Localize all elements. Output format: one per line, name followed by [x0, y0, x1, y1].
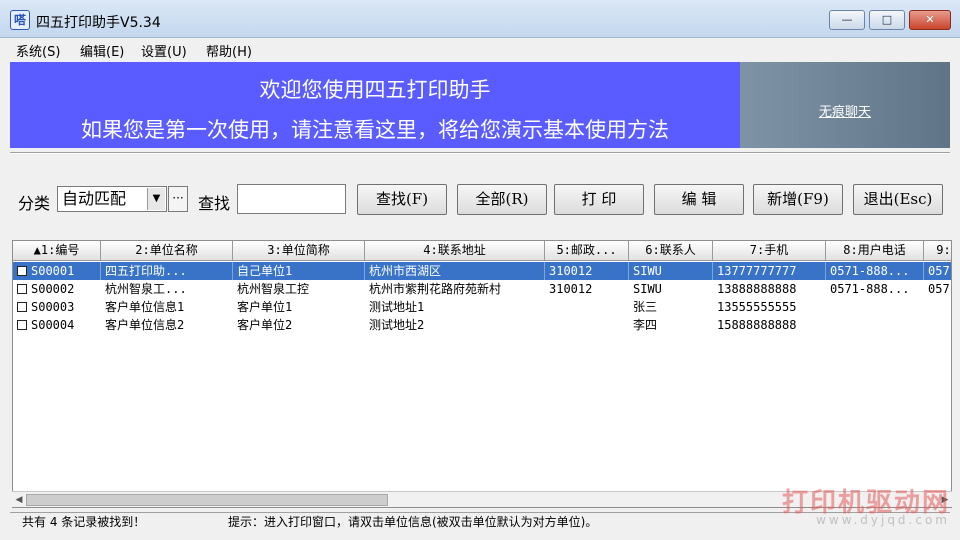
- search-label: 查找: [198, 194, 231, 213]
- cell-company-name: 四五打印助...: [101, 262, 233, 280]
- cell-address: 测试地址1: [369, 300, 425, 314]
- menu-settings[interactable]: 设置(U): [141, 41, 187, 60]
- cell-col9: 057: [924, 262, 951, 280]
- column-header-phone[interactable]: 8:用户电话: [826, 241, 924, 261]
- divider: [10, 152, 950, 154]
- minimize-button[interactable]: —: [829, 10, 865, 30]
- edit-button[interactable]: 编 辑: [654, 184, 744, 215]
- cell-id: S00004: [13, 316, 101, 334]
- row-checkbox[interactable]: [17, 302, 27, 312]
- add-button[interactable]: 新增(F9): [753, 184, 843, 215]
- horizontal-scrollbar[interactable]: ◀ ▶: [12, 491, 952, 507]
- cell-company-name: 杭州智泉工...: [105, 282, 187, 296]
- column-header-mobile[interactable]: 7:手机: [713, 241, 826, 261]
- column-header-company-name[interactable]: 2:单位名称: [101, 241, 233, 261]
- show-all-button[interactable]: 全部(R): [457, 184, 547, 215]
- category-label: 分类: [18, 194, 51, 213]
- cell-phone: [826, 316, 924, 334]
- column-header-postcode[interactable]: 5:邮政...: [545, 241, 629, 261]
- cell-mobile: 13777777777: [713, 262, 826, 280]
- print-button[interactable]: 打 印: [554, 184, 644, 215]
- table-row[interactable]: S00002 杭州智泉工... 杭州智泉工控 杭州市紫荆花路府苑新村 31001…: [13, 280, 951, 298]
- cell-phone: [826, 298, 924, 316]
- cell-company-name: 客户单位信息1: [105, 300, 185, 314]
- search-input[interactable]: [237, 184, 346, 214]
- column-header-9[interactable]: 9:: [924, 241, 951, 261]
- cell-contact: 张三: [633, 300, 658, 314]
- banner-guide-text[interactable]: 如果您是第一次使用，请注意看这里，将给您演示基本使用方法: [10, 114, 740, 144]
- scroll-left-icon[interactable]: ◀: [12, 493, 26, 507]
- cell-short-name: 自己单位1: [233, 262, 365, 280]
- maximize-button[interactable]: □: [869, 10, 905, 30]
- table-row[interactable]: S00003 客户单位信息1 客户单位1 测试地址1 张三 1355555555…: [13, 298, 951, 316]
- cell-postcode: 310012: [545, 262, 629, 280]
- menu-edit[interactable]: 编辑(E): [80, 41, 124, 60]
- cell-mobile: 13888888888: [717, 282, 797, 296]
- app-icon: 嗒: [10, 10, 30, 30]
- cell-short-name: 杭州智泉工控: [237, 282, 310, 296]
- category-select[interactable]: 自动匹配 ▼: [57, 186, 167, 212]
- record-count-text: 共有 4 条记录被找到！: [22, 515, 146, 529]
- table-row[interactable]: S00004 客户单位信息2 客户单位2 测试地址2 李四 1588888888…: [13, 316, 951, 334]
- cell-address: 测试地址2: [369, 318, 425, 332]
- cell-company-name: 客户单位信息2: [105, 318, 185, 332]
- category-more-button[interactable]: ···: [168, 186, 188, 212]
- hint-text: 提示：进入打印窗口，请双击单位信息(被双击单位默认为对方单位)。: [228, 515, 598, 529]
- title-bar: 嗒 四五打印助手V5.34 — □ ✕: [0, 0, 960, 38]
- chevron-down-icon[interactable]: ▼: [147, 188, 165, 210]
- cell-id: S00001: [13, 262, 101, 280]
- cell-postcode: [545, 316, 629, 334]
- column-header-address[interactable]: 4:联系地址: [365, 241, 545, 261]
- find-button[interactable]: 查找(F): [357, 184, 447, 215]
- menu-bar: 系统(S) 编辑(E) 设置(U) 帮助(H): [0, 38, 960, 60]
- close-button[interactable]: ✕: [909, 10, 951, 30]
- cell-mobile: 13555555555: [717, 300, 797, 314]
- cell-phone: 0571-888...: [830, 282, 910, 296]
- cell-postcode: [545, 298, 629, 316]
- cell-address: 杭州市紫荆花路府苑新村: [369, 282, 502, 296]
- cell-id: S00003: [13, 298, 101, 316]
- row-checkbox[interactable]: [17, 320, 27, 330]
- scroll-thumb[interactable]: [26, 494, 388, 506]
- cell-col9: [924, 316, 951, 334]
- cell-contact: SIWU: [629, 262, 713, 280]
- menu-help[interactable]: 帮助(H): [206, 41, 252, 60]
- cell-address: 杭州市西湖区: [365, 262, 545, 280]
- row-checkbox[interactable]: [17, 266, 27, 276]
- cell-phone: 0571-888...: [826, 262, 924, 280]
- menu-system[interactable]: 系统(S): [16, 41, 60, 60]
- scroll-right-icon[interactable]: ▶: [938, 493, 952, 507]
- cell-short-name: 客户单位2: [237, 318, 293, 332]
- welcome-banner[interactable]: 欢迎您使用四五打印助手 如果您是第一次使用，请注意看这里，将给您演示基本使用方法: [10, 62, 740, 148]
- banner-welcome-text: 欢迎您使用四五打印助手: [259, 78, 491, 102]
- cell-col9: [924, 298, 951, 316]
- table-row[interactable]: S00001 四五打印助... 自己单位1 杭州市西湖区 310012 SIWU…: [13, 262, 951, 280]
- column-header-short-name[interactable]: 3:单位简称: [233, 241, 365, 261]
- cell-col9: 057: [928, 282, 950, 296]
- cell-postcode: 310012: [549, 282, 593, 296]
- cell-short-name: 客户单位1: [237, 300, 293, 314]
- status-bar: 共有 4 条记录被找到！ 提示：进入打印窗口，请双击单位信息(被双击单位默认为对…: [10, 512, 950, 530]
- cell-contact: 李四: [633, 318, 658, 332]
- column-header-contact[interactable]: 6:联系人: [629, 241, 713, 261]
- column-header-id[interactable]: ▲1:编号: [13, 241, 101, 261]
- chat-link[interactable]: 无痕聊天: [740, 101, 950, 120]
- exit-button[interactable]: 退出(Esc): [853, 184, 943, 215]
- records-table[interactable]: ▲1:编号 2:单位名称 3:单位简称 4:联系地址 5:邮政... 6:联系人…: [12, 240, 952, 508]
- category-value: 自动匹配: [62, 189, 127, 208]
- window-title: 四五打印助手V5.34: [36, 15, 161, 31]
- cell-mobile: 15888888888: [717, 318, 797, 332]
- cell-id: S00002: [13, 280, 101, 298]
- cell-contact: SIWU: [633, 282, 662, 296]
- banner-side-panel: 无痕聊天: [740, 62, 950, 148]
- row-checkbox[interactable]: [17, 284, 27, 294]
